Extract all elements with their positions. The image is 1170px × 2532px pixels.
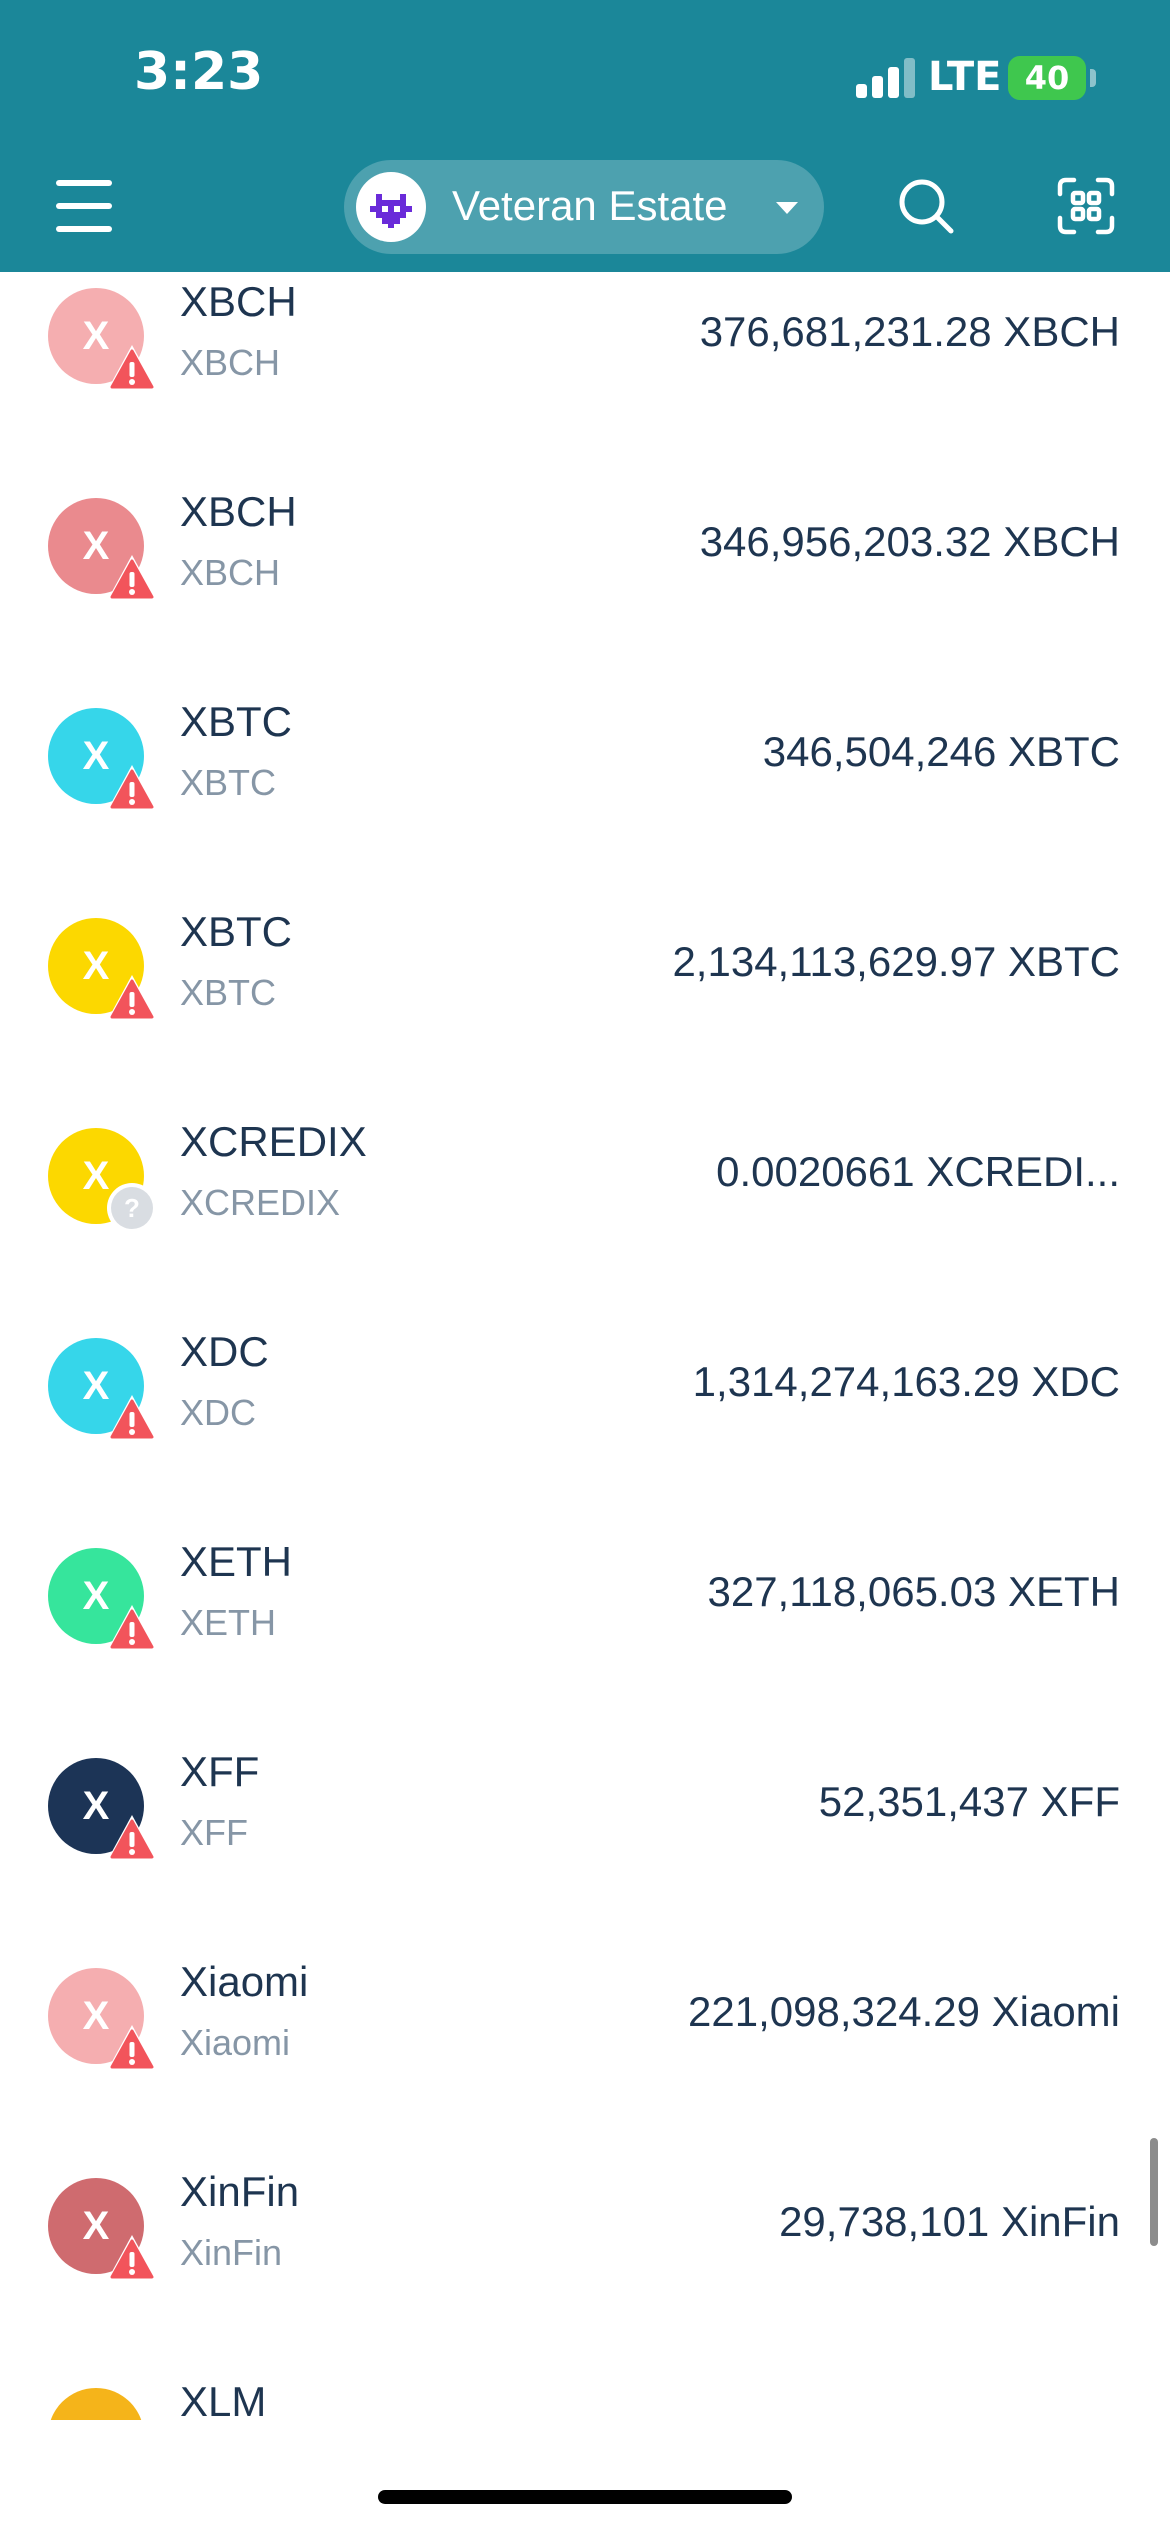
list-bottom-area: [0, 2420, 1170, 2532]
token-symbol: XFF: [180, 1812, 248, 1853]
warning-icon: [107, 2235, 157, 2282]
svg-text:?: ?: [124, 1193, 140, 1223]
wallet-name: Veteran Estate: [452, 182, 728, 229]
token-balance: 2,134,113,629.97 XBTC: [672, 938, 1120, 985]
token-name: XBTC: [180, 698, 293, 745]
token-symbol: Xiaomi: [180, 2022, 291, 2063]
wallet-pixel-icon: [370, 194, 412, 228]
token-balance: 29,738,101 XinFin: [779, 2198, 1120, 2245]
search-button[interactable]: [896, 176, 956, 236]
battery-cap: [1090, 69, 1096, 87]
token-symbol: XBCH: [180, 342, 281, 383]
token-name: XBTC: [180, 908, 293, 955]
wallet-selector[interactable]: Veteran Estate: [344, 160, 824, 254]
network-type: LTE: [928, 54, 1002, 100]
token-balance: 346,956,203.32 XBCH: [699, 518, 1120, 565]
token-row[interactable]: X? XCREDIX XCREDIX 0.0020661 XCREDI...: [0, 1082, 1170, 1292]
warning-icon: [107, 1605, 157, 1652]
scan-button[interactable]: [1056, 176, 1116, 236]
scan-icon: [1057, 177, 1115, 235]
warning-icon: [107, 975, 157, 1022]
warning-icon: [107, 1815, 157, 1862]
token-symbol: XDC: [180, 1392, 257, 1433]
token-row[interactable]: XLM: [0, 2342, 1170, 2428]
token-balance: 0.0020661 XCREDI...: [716, 1148, 1120, 1195]
token-balance: 52,351,437 XFF: [818, 1778, 1120, 1825]
token-row[interactable]: X XBTC XBTC 346,504,246 XBTC: [0, 662, 1170, 872]
token-symbol: XBTC: [180, 972, 277, 1013]
token-symbol: XBCH: [180, 552, 281, 593]
battery-level: 40: [1024, 59, 1070, 97]
token-name: Xiaomi: [180, 1958, 309, 2005]
token-balance: 221,098,324.29 Xiaomi: [688, 1988, 1120, 2035]
token-symbol: XCREDIX: [180, 1182, 341, 1223]
token-row[interactable]: X XFF XFF 52,351,437 XFF: [0, 1712, 1170, 1922]
home-indicator: [378, 2490, 792, 2504]
battery-icon: 40: [1008, 56, 1086, 100]
warning-icon: [107, 555, 157, 602]
question-icon: ?: [107, 1183, 157, 1233]
chevron-down-icon: [776, 202, 798, 214]
token-name: XinFin: [180, 2168, 300, 2215]
token-row[interactable]: X XBCH XBCH 346,956,203.32 XBCH: [0, 452, 1170, 662]
token-row[interactable]: X XBTC XBTC 2,134,113,629.97 XBTC: [0, 872, 1170, 1082]
warning-icon: [107, 1395, 157, 1442]
token-symbol: XETH: [180, 1602, 277, 1643]
warning-icon: [107, 765, 157, 812]
token-name: XBCH: [180, 278, 297, 325]
token-row[interactable]: X XBCH XBCH 376,681,231.28 XBCH: [0, 272, 1170, 452]
token-row[interactable]: X XDC XDC 1,314,274,163.29 XDC: [0, 1292, 1170, 1502]
token-row[interactable]: X XETH XETH 327,118,065.03 XETH: [0, 1502, 1170, 1712]
app-header: 3:23 LTE 40 Veteran Estate: [0, 0, 1170, 272]
token-name: XCREDIX: [180, 1118, 367, 1165]
token-name: XLM: [180, 2378, 267, 2425]
scrollbar[interactable]: [1150, 2138, 1158, 2246]
token-balance: 1,314,274,163.29 XDC: [692, 1358, 1120, 1405]
warning-icon: [107, 2025, 157, 2072]
token-balance: 376,681,231.28 XBCH: [699, 308, 1120, 355]
search-icon: [899, 179, 954, 234]
token-name: XDC: [180, 1328, 269, 1375]
token-name: XFF: [180, 1748, 260, 1795]
token-balance: 346,504,246 XBTC: [762, 728, 1120, 775]
token-name: XBCH: [180, 488, 297, 535]
wallet-avatar: [356, 172, 426, 242]
token-list: X XBCH XBCH 376,681,231.28 XBCH X XBCH XBCH 346…: [0, 272, 1170, 2428]
token-symbol: XinFin: [180, 2232, 283, 2273]
cellular-signal-icon: [856, 58, 916, 98]
token-row[interactable]: X Xiaomi Xiaomi 221,098,324.29 Xiaomi: [0, 1922, 1170, 2132]
token-name: XETH: [180, 1538, 293, 1585]
token-balance: 327,118,065.03 XETH: [707, 1568, 1120, 1615]
status-time: 3:23: [134, 42, 264, 102]
token-row[interactable]: X XinFin XinFin 29,738,101 XinFin: [0, 2132, 1170, 2342]
warning-icon: [107, 345, 157, 392]
menu-button[interactable]: [56, 180, 112, 232]
token-symbol: XBTC: [180, 762, 277, 803]
